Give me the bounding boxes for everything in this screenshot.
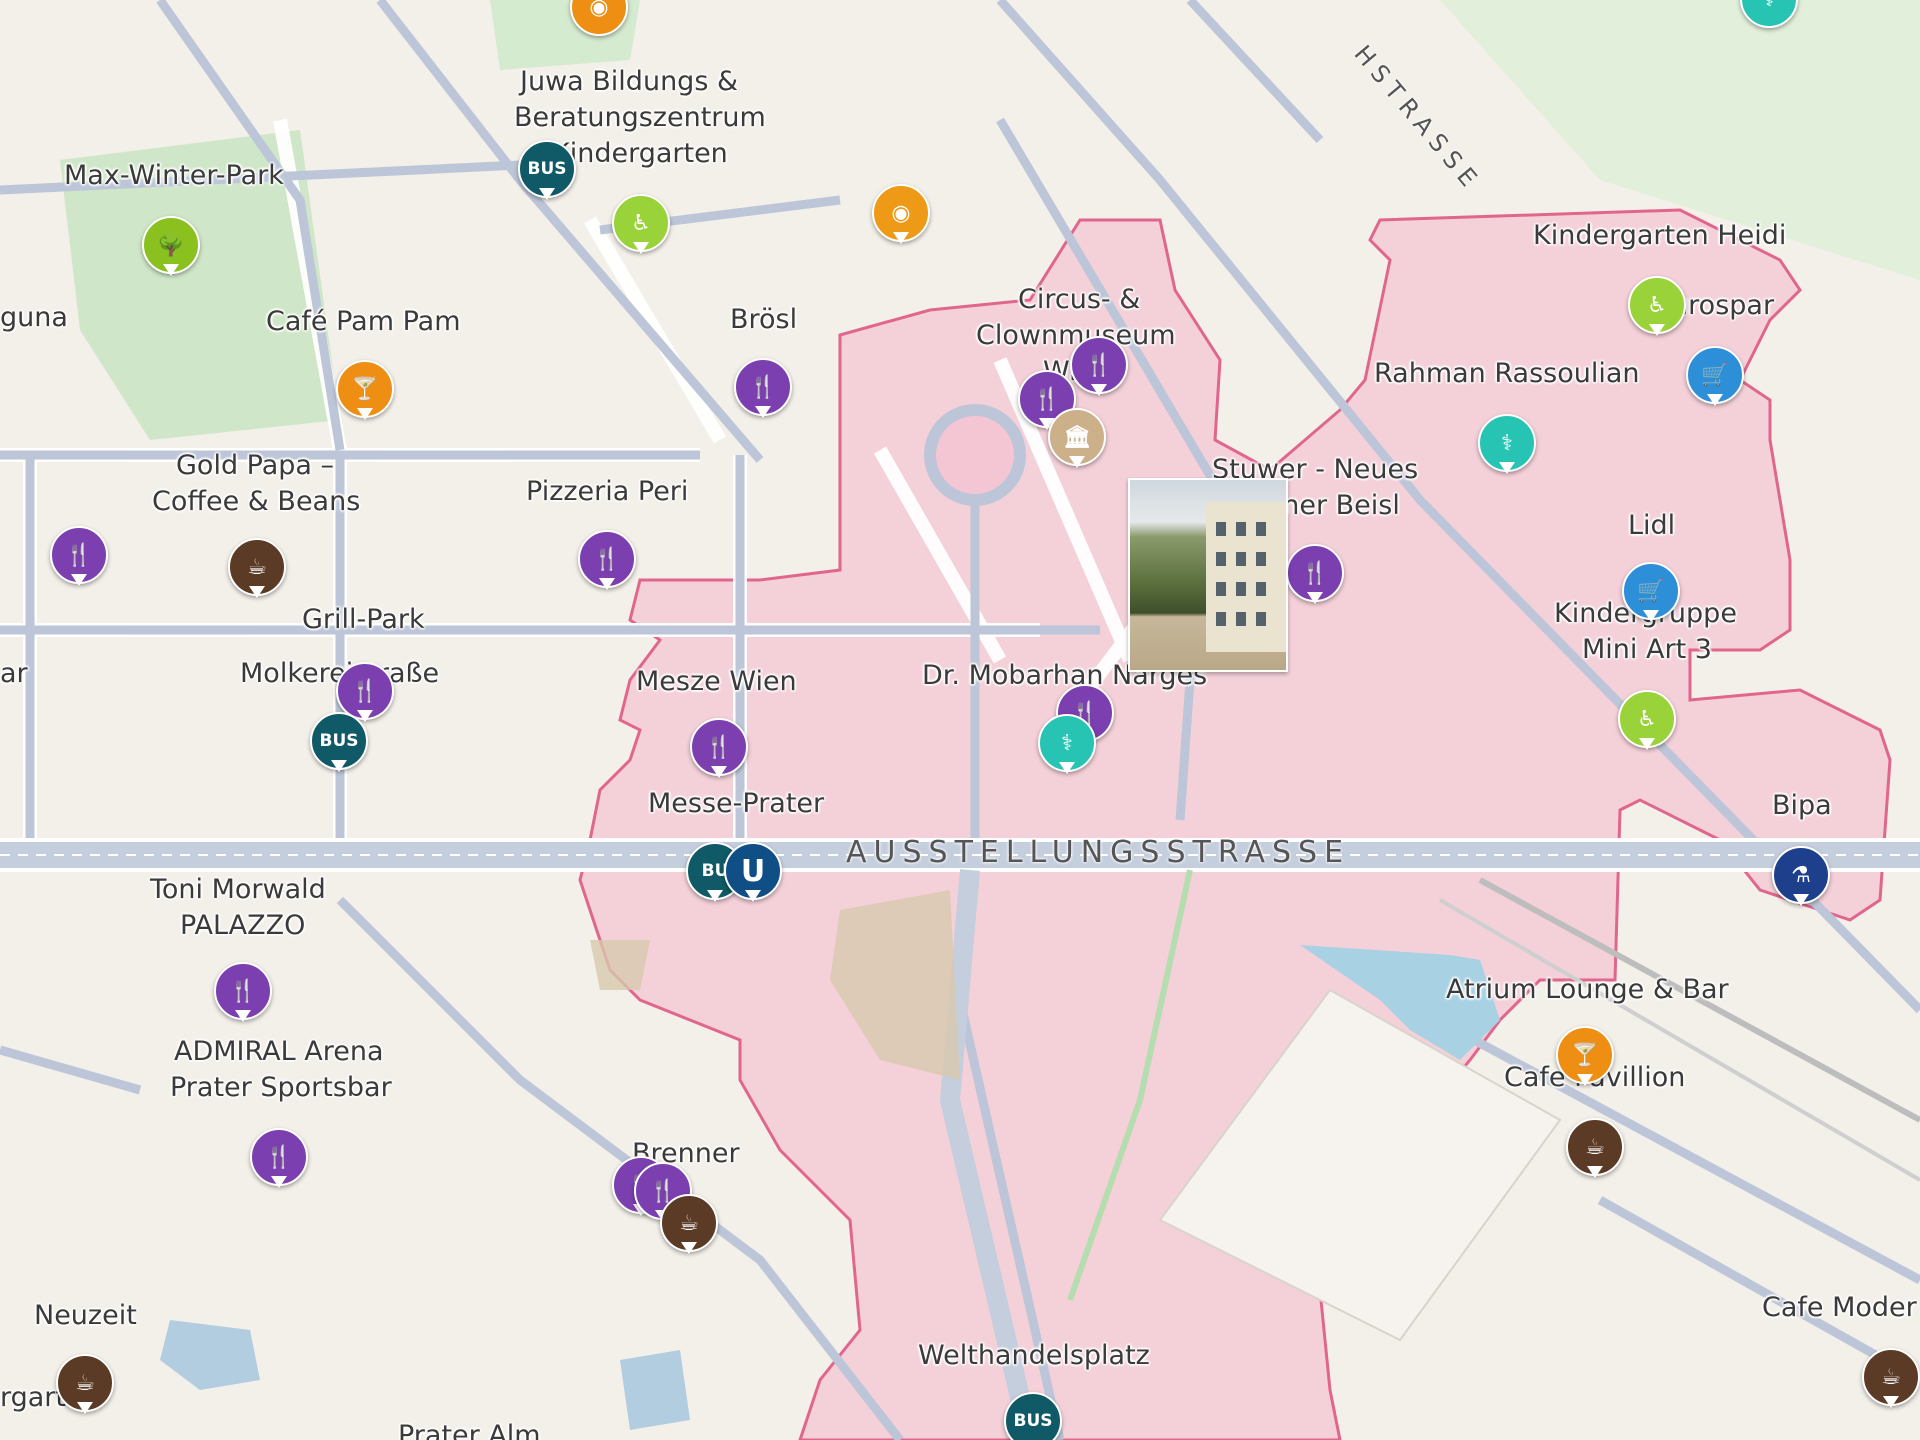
restaurant-marker-admiral[interactable]: 🍴 — [250, 1128, 308, 1198]
restaurant-marker-stuwer[interactable]: 🍴 — [1286, 544, 1344, 614]
restaurant-marker-pizzeria-peri[interactable]: 🍴 — [578, 530, 636, 600]
ubahn-stop-messe-prater[interactable]: U — [724, 842, 782, 912]
restaurant-marker-circus[interactable]: 🍴 — [1070, 336, 1128, 406]
pharmacy-marker-bipa[interactable]: ⚗ — [1772, 846, 1830, 916]
map-canvas[interactable]: AUSSTELLUNGSSTRASSE HSTRASSE Juwa Bildun… — [0, 0, 1920, 1440]
cafe-marker-neuzeit[interactable]: ☕ — [56, 1354, 114, 1424]
restaurant-marker-toni-morwald[interactable]: 🍴 — [214, 962, 272, 1032]
cafe-marker-cafe-moder[interactable]: ☕ — [1862, 1348, 1920, 1418]
bar-marker-cafe-pam-pam[interactable]: 🍸 — [336, 360, 394, 430]
bus-stop-welthandelsplatz[interactable]: BUS — [1004, 1392, 1062, 1440]
amenity-marker-top[interactable]: ◉ — [570, 0, 628, 70]
kindergarten-marker-juwa[interactable]: ♿ — [612, 194, 670, 264]
place-photo-thumbnail[interactable] — [1128, 478, 1288, 672]
bar-marker-atrium[interactable]: 🍸 — [1556, 1026, 1614, 1096]
bus-stop-juwa[interactable]: BUS — [518, 140, 576, 210]
shop-marker-eurospar[interactable]: 🛒 — [1686, 346, 1744, 416]
cafe-marker-cafe-pavillion[interactable]: ☕ — [1566, 1118, 1624, 1188]
bus-icon: BUS — [1004, 1392, 1062, 1440]
cafe-marker-brenner[interactable]: ☕ — [660, 1194, 718, 1264]
street-label-ausstellungsstrasse: AUSSTELLUNGSSTRASSE — [846, 835, 1351, 870]
doctor-marker-mobarhan[interactable]: ⚕ — [1038, 714, 1096, 784]
park-marker-max-winter[interactable]: 🌳 — [142, 216, 200, 286]
ice-cream-icon: ◉ — [570, 0, 628, 36]
amenity-marker-orange[interactable]: ◉ — [872, 184, 930, 254]
restaurant-marker-mesze-wien[interactable]: 🍴 — [690, 718, 748, 788]
restaurant-marker-left[interactable]: 🍴 — [50, 526, 108, 596]
stethoscope-icon: ⚕ — [1740, 0, 1798, 28]
building-image — [1206, 502, 1286, 652]
kindergarten-marker-mini-art[interactable]: ♿ — [1618, 690, 1676, 760]
museum-marker-circus[interactable]: 🏛 — [1048, 408, 1106, 478]
shop-marker-lidl[interactable]: 🛒 — [1622, 562, 1680, 632]
restaurant-marker-broesl[interactable]: 🍴 — [734, 358, 792, 428]
doctor-marker-top-right[interactable]: ⚕ — [1740, 0, 1798, 70]
cafe-marker-gold-papa[interactable]: ☕ — [228, 538, 286, 608]
doctor-marker-rahman[interactable]: ⚕ — [1478, 414, 1536, 484]
kindergarten-marker-heidi[interactable]: ♿ — [1628, 276, 1686, 346]
bus-stop-molkerei[interactable]: BUS — [310, 712, 368, 782]
